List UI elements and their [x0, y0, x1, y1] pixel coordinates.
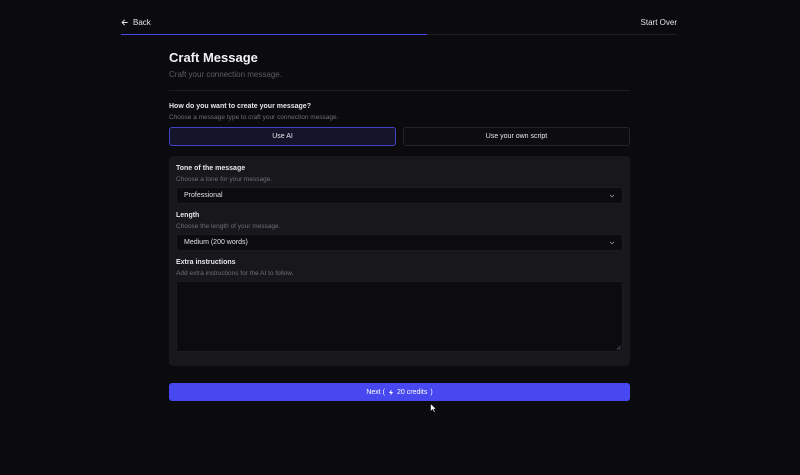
- length-value: Medium (200 words): [184, 239, 248, 246]
- tone-label: Tone of the message: [176, 165, 246, 172]
- tone-select[interactable]: Professional: [176, 187, 623, 204]
- craft-message-form: Craft Message Craft your connection mess…: [169, 50, 630, 401]
- tone-value: Professional: [184, 192, 223, 199]
- extra-instructions-hint: Add extra instructions for the AI to fol…: [176, 270, 294, 277]
- arrow-left-icon: [121, 19, 128, 25]
- next-credits: 20 credits: [396, 388, 428, 396]
- use-ai-button[interactable]: Use AI: [169, 127, 396, 146]
- message-type-hint: Choose a message type to craft your conn…: [169, 114, 339, 121]
- chevron-down-icon: [609, 194, 615, 197]
- back-label: Back: [133, 17, 151, 27]
- back-button[interactable]: Back: [121, 18, 151, 27]
- ai-options-panel: Tone of the message Choose a tone for yo…: [169, 156, 630, 366]
- start-over-button[interactable]: Start Over: [641, 18, 677, 27]
- mouse-cursor-icon: [430, 403, 437, 413]
- message-type-question: How do you want to create your message?: [169, 103, 311, 110]
- length-field: Length Choose the length of your message…: [176, 212, 623, 251]
- resize-handle-icon[interactable]: [616, 345, 621, 350]
- extra-instructions-field: Extra instructions Add extra instruction…: [176, 259, 623, 352]
- extra-instructions-wrapper: [176, 281, 623, 352]
- next-label-suffix: ): [430, 388, 433, 396]
- extra-instructions-label: Extra instructions: [176, 259, 236, 266]
- length-hint: Choose the length of your message.: [176, 223, 281, 230]
- page-subtitle: Craft your connection message.: [169, 70, 282, 79]
- page-title: Craft Message: [169, 50, 258, 65]
- top-bar: Back Start Over: [121, 14, 677, 30]
- next-button[interactable]: Next ( 20 credits ): [169, 383, 630, 401]
- divider: [169, 90, 630, 91]
- tone-hint: Choose a tone for your message.: [176, 176, 273, 183]
- tone-field: Tone of the message Choose a tone for yo…: [176, 165, 623, 204]
- use-own-script-button[interactable]: Use your own script: [403, 127, 630, 146]
- chevron-down-icon: [609, 241, 615, 244]
- lightning-icon: [388, 388, 394, 396]
- length-select[interactable]: Medium (200 words): [176, 234, 623, 251]
- length-label: Length: [176, 212, 200, 219]
- progress-bar: [121, 34, 677, 35]
- extra-instructions-textarea[interactable]: [176, 281, 623, 352]
- message-type-options: Use AI Use your own script: [169, 127, 630, 146]
- progress-fill: [121, 34, 427, 35]
- next-label-prefix: Next (: [366, 388, 385, 396]
